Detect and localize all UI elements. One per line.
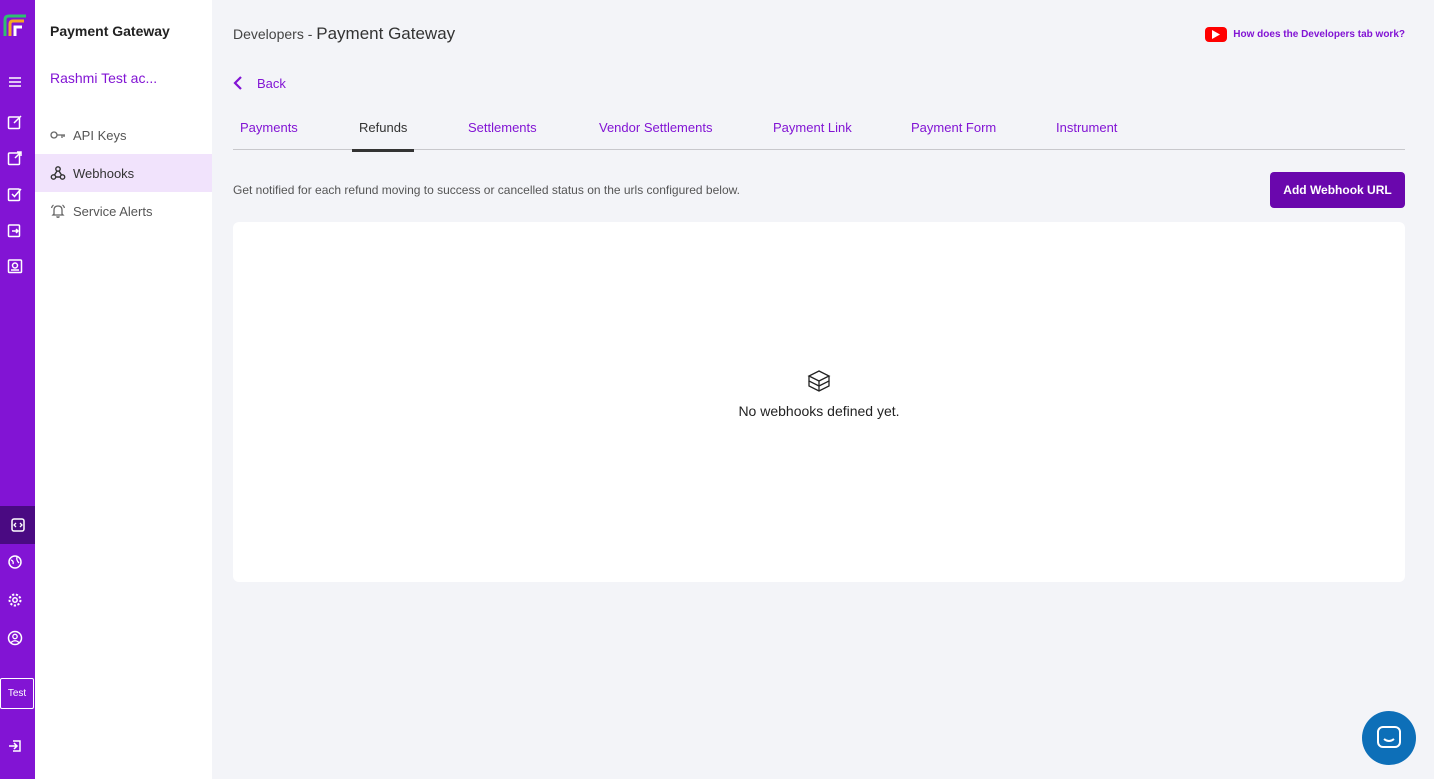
add-webhook-url-button[interactable]: Add Webhook URL [1270,172,1405,208]
tab-settlements[interactable]: Settlements [461,110,544,150]
sidebar-item-label: Service Alerts [73,203,153,219]
youtube-icon [1205,27,1228,42]
key-icon [50,127,66,143]
page-title-main: Payment Gateway [316,24,456,43]
sidebar-item-service-alerts[interactable]: Service Alerts [35,192,212,230]
tab-payment-link[interactable]: Payment Link [766,110,859,150]
help-link-label: How does the Developers tab work? [1233,29,1405,40]
tab-refunds[interactable]: Refunds [352,110,415,152]
settings-gear-icon[interactable] [5,590,25,610]
icon-rail: Test [0,0,35,779]
main-content: Developers - Payment Gateway How does th… [212,0,1434,779]
checklist-icon[interactable] [5,184,25,204]
chevron-left-icon [233,75,247,91]
empty-state: No webhooks defined yet. [233,369,1405,419]
external-link-icon[interactable] [5,148,25,168]
page-title-prefix: Developers - [233,26,317,42]
profile-icon[interactable] [5,628,25,648]
webhook-icon [50,165,66,181]
brand-logo [3,14,26,36]
account-name[interactable]: Rashmi Test ac... [50,70,157,86]
test-mode-badge[interactable]: Test [0,678,34,709]
webhooks-panel: No webhooks defined yet. [233,222,1405,582]
globe-icon[interactable] [5,552,25,572]
page-title: Developers - Payment Gateway [233,24,455,44]
tab-vendor-settlements[interactable]: Vendor Settlements [592,110,719,150]
sidebar-item-webhooks[interactable]: Webhooks [35,154,212,192]
tab-payments[interactable]: Payments [233,110,305,150]
developers-sidebar: Payment Gateway Rashmi Test ac... API Ke… [35,0,212,779]
developers-icon[interactable] [0,506,35,544]
chat-icon [1377,726,1401,748]
sidebar-item-label: Webhooks [73,165,135,181]
back-button[interactable]: Back [233,75,286,91]
box-icon [807,370,831,392]
transfer-icon[interactable] [5,220,25,240]
back-label: Back [257,75,286,91]
chat-launcher[interactable] [1362,711,1416,765]
product-title: Payment Gateway [50,23,170,39]
logout-icon[interactable] [5,736,25,756]
tab-payment-form[interactable]: Payment Form [904,110,1003,150]
bell-icon [50,203,66,219]
sidebar-item-label: API Keys [73,127,127,143]
tab-description: Get notified for each refund moving to s… [233,183,740,197]
empty-state-text: No webhooks defined yet. [738,403,900,419]
menu-icon[interactable] [5,72,25,92]
webhook-tabs: Payments Refunds Settlements Vendor Sett… [233,110,1405,152]
reports-icon[interactable] [5,256,25,276]
edit-doc-icon[interactable] [5,112,25,132]
help-video-link[interactable]: How does the Developers tab work? [1205,27,1405,42]
tab-instrument[interactable]: Instrument [1049,110,1124,150]
sidebar-item-api-keys[interactable]: API Keys [35,116,212,154]
